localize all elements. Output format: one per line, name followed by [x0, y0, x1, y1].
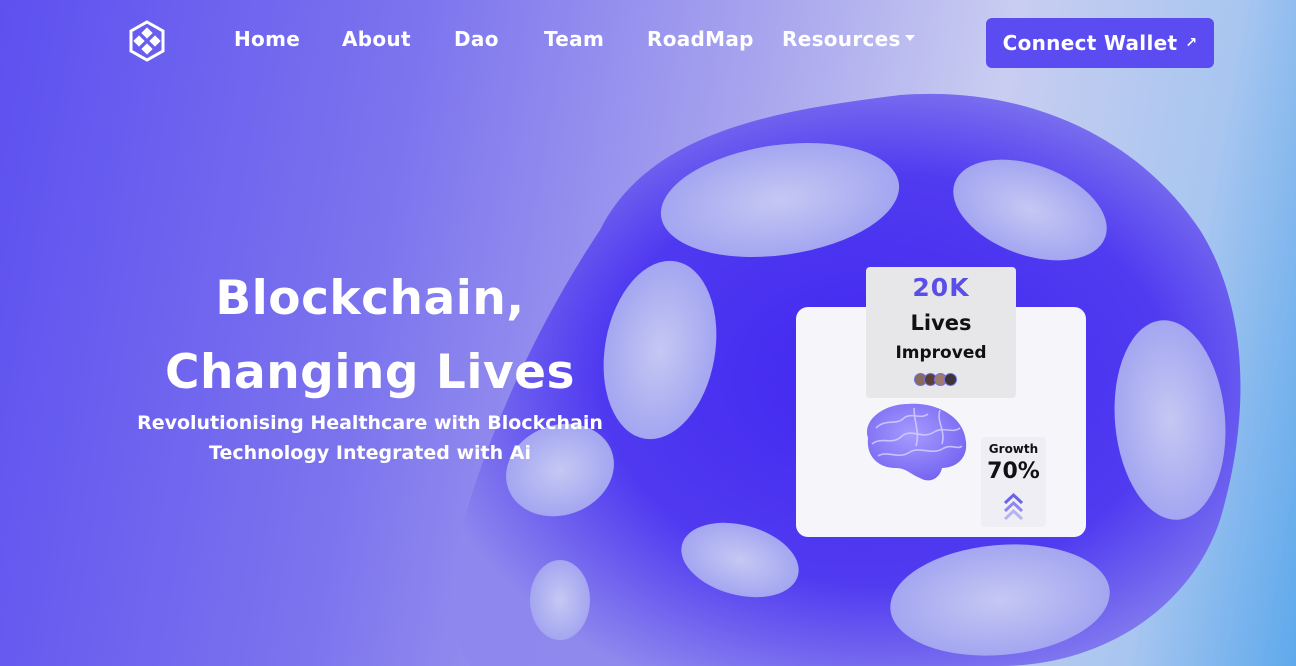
growth-label: Growth — [988, 442, 1039, 456]
hex-cross-logo-icon[interactable] — [126, 20, 168, 62]
nav-resources-label: Resources — [782, 27, 901, 51]
nav-home[interactable]: Home — [234, 27, 300, 51]
nav-roadmap[interactable]: RoadMap — [647, 27, 754, 51]
chevrons-up-icon — [1003, 492, 1024, 521]
avatar — [944, 373, 957, 386]
hero-title: Blockchain, Changing Lives — [60, 262, 680, 410]
nav-resources-dropdown[interactable]: Resources — [782, 27, 915, 51]
nav-dao[interactable]: Dao — [454, 27, 499, 51]
lives-improved-stat: 20K Lives Improved — [866, 267, 1016, 398]
growth-stat: Growth 70% — [981, 437, 1046, 527]
avatar-group — [914, 373, 970, 387]
hero-section: Home About Dao Team RoadMap Resources Co… — [0, 0, 1296, 666]
hero-title-line1: Blockchain, — [215, 271, 525, 326]
nav-team[interactable]: Team — [544, 27, 604, 51]
brain-icon — [867, 403, 967, 481]
connect-wallet-label: Connect Wallet — [1002, 31, 1178, 55]
hero-subtitle-line1: Revolutionising Healthcare with Blockcha… — [137, 412, 603, 434]
connect-wallet-button[interactable]: Connect Wallet ↗ — [986, 18, 1214, 68]
caret-down-icon — [904, 34, 915, 41]
stat-label-lives: Lives — [910, 311, 972, 335]
hero-subtitle-line2: Technology Integrated with Ai — [209, 442, 531, 464]
hero-title-line2: Changing Lives — [165, 345, 575, 400]
arrow-up-right-icon: ↗ — [1185, 35, 1198, 51]
stat-label-improved: Improved — [895, 343, 987, 363]
growth-value: 70% — [987, 459, 1040, 484]
hero-subtitle: Revolutionising Healthcare with Blockcha… — [100, 408, 640, 468]
nav-about[interactable]: About — [342, 27, 411, 51]
stat-value: 20K — [912, 273, 970, 302]
